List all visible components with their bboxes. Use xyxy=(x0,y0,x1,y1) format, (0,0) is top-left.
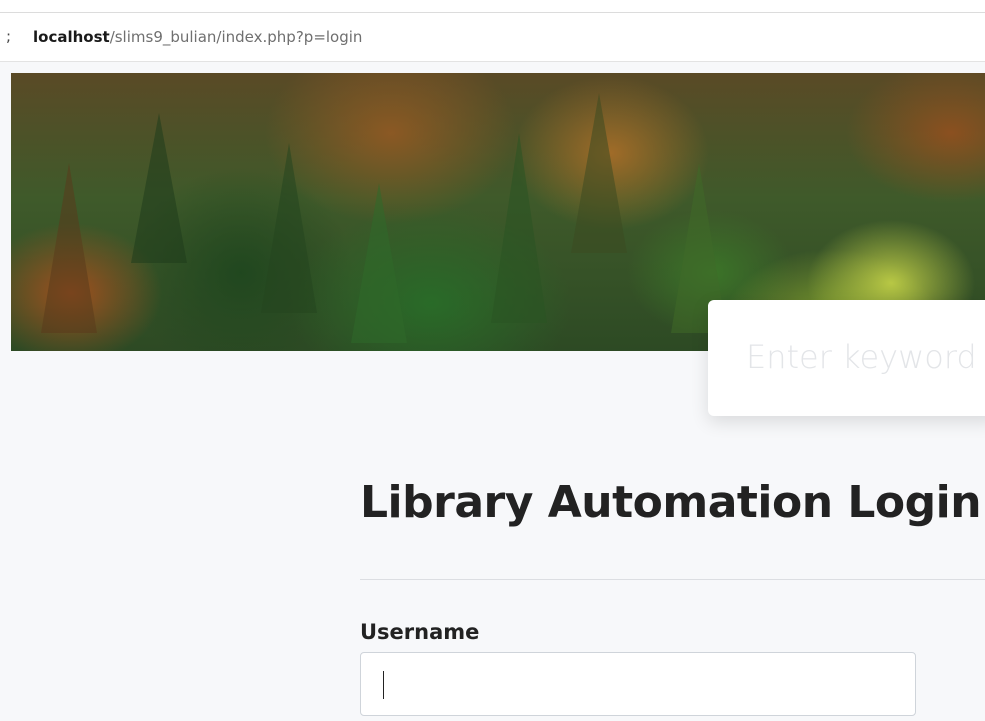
address-host: localhost xyxy=(33,28,110,46)
search-input[interactable] xyxy=(746,334,985,380)
hero-tree-shape xyxy=(491,133,547,323)
hero-tree-shape xyxy=(41,163,97,333)
search-card xyxy=(708,300,985,416)
address-url[interactable]: localhost/slims9_bulian/index.php?p=logi… xyxy=(33,28,362,46)
text-caret xyxy=(383,671,384,699)
page-title: Library Automation Login xyxy=(360,477,982,528)
page-root: ; localhost/slims9_bulian/index.php?p=lo… xyxy=(0,0,985,721)
username-label: Username xyxy=(360,620,480,644)
hero-tree-shape xyxy=(351,183,407,343)
address-path: /slims9_bulian/index.php?p=login xyxy=(109,28,363,46)
title-divider xyxy=(360,579,985,580)
address-bar-edge-glyph: ; xyxy=(6,27,12,45)
hero-tree-shape xyxy=(261,143,317,313)
username-field[interactable] xyxy=(360,652,916,716)
hero-tree-shape xyxy=(131,113,187,263)
browser-top-strip xyxy=(0,0,985,13)
address-bar[interactable]: ; localhost/slims9_bulian/index.php?p=lo… xyxy=(0,13,985,62)
hero-tree-shape xyxy=(571,93,627,253)
